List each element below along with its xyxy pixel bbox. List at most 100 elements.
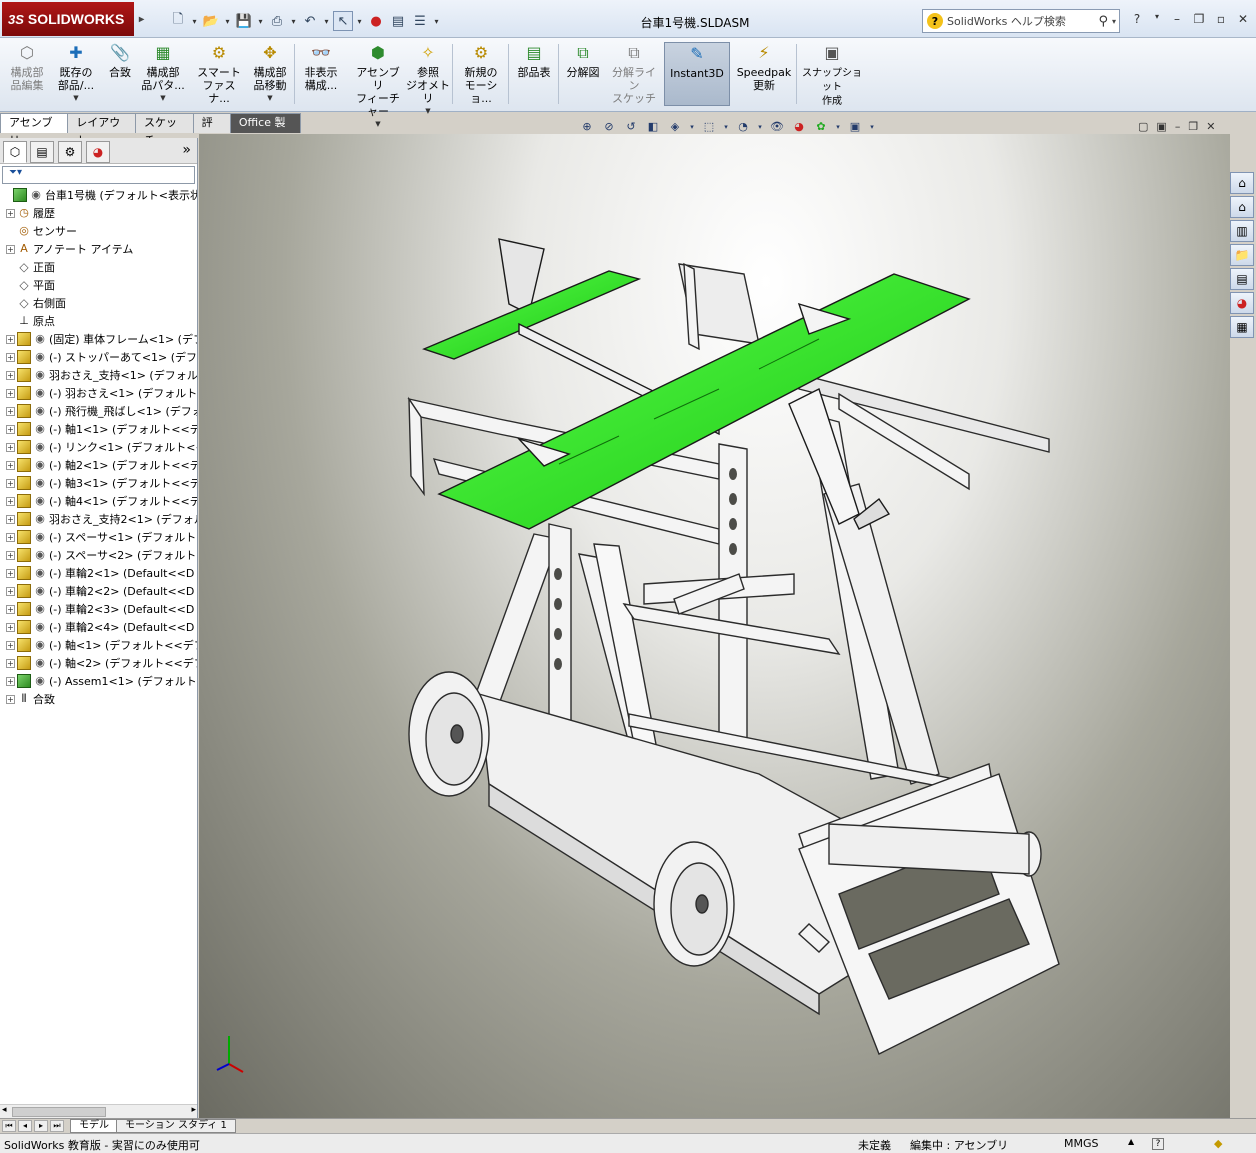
display-style-icon[interactable]: ◔ — [734, 118, 752, 136]
tree-item[interactable]: + ◉ (-) 軸1<1> (デフォルト<<デフィ — [0, 420, 197, 438]
tree-item[interactable]: + ◉ (-) 車輪2<4> (Default<<D — [0, 618, 197, 636]
tab-model[interactable]: モデル — [70, 1119, 118, 1133]
dynamic-annotation-icon[interactable]: ◈ — [666, 118, 684, 136]
expand-icon[interactable]: + — [6, 442, 15, 452]
tree-item[interactable]: + ◉ (-) 車輪2<2> (Default<<D — [0, 582, 197, 600]
tree-item[interactable]: + ◉ (-) スペーサ<1> (デフォルト<< — [0, 528, 197, 546]
expand-icon[interactable]: + — [6, 694, 15, 704]
expand-icon[interactable]: + — [6, 604, 15, 614]
scrollbar-thumb[interactable] — [12, 1107, 106, 1117]
chevron-down-icon[interactable]: ▾ — [1148, 12, 1166, 30]
view-orientation-icon[interactable]: ⬚ — [700, 118, 718, 136]
chevron-down-icon[interactable]: ▾ — [322, 11, 331, 31]
expand-icon[interactable]: + — [6, 622, 15, 632]
mate-button[interactable]: 📎 合致 — [104, 42, 136, 106]
insert-component-button[interactable]: ✚ 既存の 部品/... ▼ — [52, 42, 100, 106]
exploded-view-button[interactable]: ⧉ 分解図 — [562, 42, 604, 106]
close-icon[interactable]: ✕ — [1234, 12, 1252, 30]
expand-icon[interactable]: + — [6, 532, 15, 542]
expand-icon[interactable]: + — [6, 406, 15, 416]
view-settings-icon[interactable]: ▣ — [846, 118, 864, 136]
expand-icon[interactable]: + — [6, 370, 15, 380]
expand-icon[interactable]: + — [6, 640, 15, 650]
last-tab-icon[interactable]: ⏭ — [50, 1120, 64, 1132]
file-explorer-icon[interactable]: 📁 — [1230, 244, 1254, 266]
apply-scene-icon[interactable]: ✿ — [812, 118, 830, 136]
chevron-down-icon[interactable]: ▾ — [834, 118, 842, 136]
tree-item[interactable]: + ◉ (-) リンク<1> (デフォルト<<デ — [0, 438, 197, 456]
tree-root[interactable]: ◉ 台車1号機 (デフォルト<表示状態 — [0, 186, 197, 204]
tab-assembly[interactable]: アセンブリ — [0, 113, 69, 147]
component-pattern-button[interactable]: ▦ 構成部 品パタ... ▼ — [140, 42, 186, 106]
tile-vertical-icon[interactable]: ▣ — [1156, 120, 1166, 133]
tree-item[interactable]: + ◉ (-) 軸4<1> (デフォルト<<デフ — [0, 492, 197, 510]
rebuild-traffic-light-icon[interactable]: ● — [366, 11, 386, 31]
design-library-icon[interactable]: ▥ — [1230, 220, 1254, 242]
expand-icon[interactable]: + — [6, 514, 15, 524]
solidworks-logo[interactable]: 3S SOLIDWORKS ▸ — [2, 2, 144, 36]
tree-item[interactable]: + ⫴ 合致 — [0, 690, 197, 708]
expand-icon[interactable]: + — [6, 352, 15, 362]
tab-evaluate[interactable]: 評価 — [192, 113, 231, 147]
save-icon[interactable]: 💾 — [234, 11, 254, 31]
chevron-down-icon[interactable]: ▾ — [223, 11, 232, 31]
previous-view-icon[interactable]: ↺ — [622, 118, 640, 136]
help-icon[interactable]: ? — [1128, 12, 1146, 30]
expand-icon[interactable]: + — [6, 244, 15, 254]
print-icon[interactable]: ⎙ — [267, 11, 287, 31]
tree-item[interactable]: ◇ 正面 — [0, 258, 197, 276]
units-status[interactable]: MMGS — [1064, 1137, 1099, 1150]
tile-icon[interactable]: ▢ — [1138, 120, 1148, 133]
zoom-to-fit-icon[interactable]: ⊕ — [578, 118, 596, 136]
maximize-icon[interactable]: ▫ — [1212, 12, 1230, 30]
assembly-features-button[interactable]: ⬢ アセンブリ フィーチャー ▼ — [354, 42, 402, 128]
options-icon[interactable]: ☰ — [410, 11, 430, 31]
tree-item[interactable]: ⊥ 原点 — [0, 312, 197, 330]
chevron-down-icon[interactable]: ▾ — [756, 118, 764, 136]
tree-item[interactable]: ◎ センサー — [0, 222, 197, 240]
tree-item[interactable]: + A アノテート アイテム — [0, 240, 197, 258]
tree-item[interactable]: + ◉ (-) 羽おさえ<1> (デフォルト<< — [0, 384, 197, 402]
tree-item[interactable]: + ◉ (-) Assem1<1> (デフォルト<表 — [0, 672, 197, 690]
tag-icon[interactable]: ◆ — [1214, 1137, 1222, 1150]
tree-item[interactable]: + ◷ 履歴 — [0, 204, 197, 222]
tree-item[interactable]: + ◉ (固定) 車体フレーム<1> (デフ — [0, 330, 197, 348]
tree-item[interactable]: + ◉ (-) 車輪2<3> (Default<<D — [0, 600, 197, 618]
tree-item[interactable]: + ◉ (-) 軸<1> (デフォルト<<デフォ — [0, 636, 197, 654]
chevron-down-icon[interactable]: ▾ — [432, 11, 441, 31]
tree-item[interactable]: + ◉ (-) 軸3<1> (デフォルト<<デフ — [0, 474, 197, 492]
horizontal-scrollbar[interactable]: ◂ ▸ — [0, 1104, 197, 1118]
chevron-down-icon[interactable]: ▾ — [1112, 17, 1116, 26]
solidworks-resources-icon[interactable]: ⌂ — [1230, 172, 1254, 194]
minimize-icon[interactable]: – — [1168, 12, 1186, 30]
file-properties-icon[interactable]: ▤ — [388, 11, 408, 31]
first-tab-icon[interactable]: ⏮ — [2, 1120, 16, 1132]
help-search-box[interactable]: ? SolidWorks ヘルプ検索 ⚲ ▾ — [922, 9, 1120, 33]
zoom-to-area-icon[interactable]: ⊘ — [600, 118, 618, 136]
chevron-down-icon[interactable]: ▾ — [868, 118, 876, 136]
undo-icon[interactable]: ↶ — [300, 11, 320, 31]
graphics-area[interactable] — [199, 134, 1230, 1118]
hide-show-components-button[interactable]: 👓 非表示 構成... — [298, 42, 344, 106]
close-icon[interactable]: ✕ — [1206, 120, 1215, 133]
tree-item[interactable]: ◇ 平面 — [0, 276, 197, 294]
restore-icon[interactable]: ❐ — [1190, 12, 1208, 30]
property-manager-tab-icon[interactable]: ▤ — [30, 141, 54, 163]
tree-item[interactable]: ◇ 右側面 — [0, 294, 197, 312]
smart-fastener-button[interactable]: ⚙ スマート ファスナ... — [196, 42, 242, 106]
expand-icon[interactable]: + — [6, 478, 15, 488]
tree-item[interactable]: + ◉ 羽おさえ_支持<1> (デフォルト< — [0, 366, 197, 384]
chevron-down-icon[interactable]: ▾ — [289, 11, 298, 31]
expand-icon[interactable]: + — [6, 676, 15, 686]
expand-icon[interactable]: + — [6, 550, 15, 560]
expand-icon[interactable]: + — [6, 568, 15, 578]
chevron-down-icon[interactable]: ▾ — [355, 11, 364, 31]
tab-sketch[interactable]: スケッチ — [134, 113, 194, 147]
chevron-down-icon[interactable]: ▾ — [722, 118, 730, 136]
chevron-down-icon[interactable]: ▾ — [190, 11, 199, 31]
tree-item[interactable]: + ◉ (-) 軸<2> (デフォルト<<デフォ — [0, 654, 197, 672]
appearances-icon[interactable]: ◕ — [1230, 292, 1254, 314]
expand-icon[interactable]: + — [6, 424, 15, 434]
hide-show-items-icon[interactable]: 👁 — [768, 118, 786, 136]
expand-panel-icon[interactable]: » — [182, 142, 191, 158]
